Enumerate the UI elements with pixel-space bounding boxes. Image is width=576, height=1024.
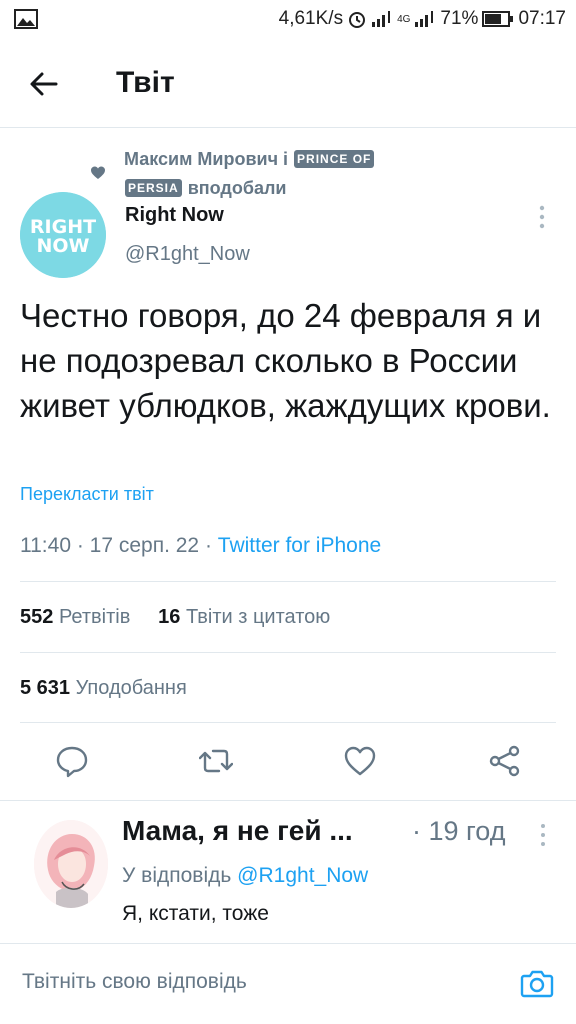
reply-to-line: У відповідь @R1ght_Now	[122, 864, 368, 888]
avatar-text-line2: NOW	[36, 235, 89, 257]
clock: 07:17	[518, 8, 566, 29]
header: Твіт	[0, 38, 576, 128]
reply-text: Я, кстати, тоже	[122, 902, 269, 925]
tweet-meta: 11:40 · 17 серп. 22 · Twitter for iPhone	[20, 534, 381, 558]
anime-avatar-image	[34, 820, 108, 908]
more-options-icon[interactable]	[532, 203, 552, 231]
heart-filled-icon	[91, 166, 105, 179]
back-arrow-icon[interactable]	[26, 66, 62, 102]
liked-by-name2-part2: PERSIA	[125, 179, 182, 197]
section-separator	[0, 800, 576, 801]
tweet-timestamp: 11:40 · 17 серп. 22 ·	[20, 534, 218, 557]
network-type: 4G	[397, 13, 411, 25]
author-avatar[interactable]: RIGHT NOW	[20, 192, 106, 278]
signal-icon	[372, 11, 391, 27]
signal-4g-icon	[415, 11, 434, 27]
reply-time: · 19 год	[412, 816, 506, 846]
quotes-label: Твіти з цитатою	[185, 606, 331, 628]
share-icon[interactable]	[488, 744, 522, 778]
divider	[20, 722, 556, 723]
liked-by-name1: Максим Мирович і	[124, 149, 289, 169]
reply-more-options-icon[interactable]	[536, 822, 550, 848]
divider	[20, 652, 556, 653]
tweet-source-link[interactable]: Twitter for iPhone	[218, 534, 381, 557]
gallery-notification-icon	[14, 9, 38, 29]
liked-by-name2-part1: PRINCE OF	[294, 150, 375, 168]
status-bar: 4,61K/s 4G 71% 07:17	[0, 0, 576, 38]
network-speed: 4,61K/s	[278, 8, 344, 29]
tweet-text: Честно говоря, до 24 февраля я и не подо…	[20, 297, 551, 424]
reply-author-name[interactable]: Мама, я не гей ...	[122, 815, 392, 847]
page-title: Твіт	[116, 66, 175, 99]
likes-stat[interactable]: 5 631 Уподобання	[20, 677, 187, 700]
comment-icon[interactable]	[55, 744, 89, 778]
translate-tweet-link[interactable]: Перекласти твіт	[20, 484, 154, 505]
compose-border	[0, 943, 576, 944]
reply-avatar[interactable]	[34, 820, 108, 908]
likes-count: 5 631	[20, 677, 71, 699]
status-bar-right: 4,61K/s 4G 71% 07:17	[279, 7, 566, 31]
divider	[20, 581, 556, 582]
stats-row-likes: 5 631 Уподобання	[20, 677, 187, 700]
camera-icon[interactable]	[520, 966, 554, 1000]
retweets-label: Ретвітів	[58, 606, 131, 628]
author-name[interactable]: Right Now	[125, 204, 224, 227]
author-handle[interactable]: @R1ght_Now	[125, 243, 250, 266]
liked-by-suffix: вподобали	[187, 178, 287, 198]
quotes-count: 16	[158, 606, 181, 628]
liked-by-text: Максим Мирович і PRINCE OF PERSIA вподоб…	[124, 145, 504, 203]
battery-percent: 71%	[440, 8, 479, 29]
tweet-actions	[0, 740, 576, 786]
heart-icon[interactable]	[343, 744, 377, 778]
retweets-stat[interactable]: 552 Ретвітів	[20, 606, 130, 629]
reply-to-mention[interactable]: @R1ght_Now	[237, 864, 368, 887]
reply-to-label: У відповідь	[122, 864, 232, 887]
likes-label: Уподобання	[75, 677, 187, 699]
retweets-count: 552	[20, 606, 54, 628]
quotes-stat[interactable]: 16 Твіти з цитатою	[158, 606, 330, 629]
reply-compose-input[interactable]: Твітніть свою відповідь	[22, 970, 482, 994]
battery-icon	[482, 11, 514, 27]
alarm-icon	[349, 12, 366, 28]
stats-row-retweets: 552 Ретвітів 16 Твіти з цитатою	[20, 606, 330, 629]
retweet-icon[interactable]	[199, 744, 233, 778]
right-now-logo: RIGHT NOW	[20, 192, 106, 278]
